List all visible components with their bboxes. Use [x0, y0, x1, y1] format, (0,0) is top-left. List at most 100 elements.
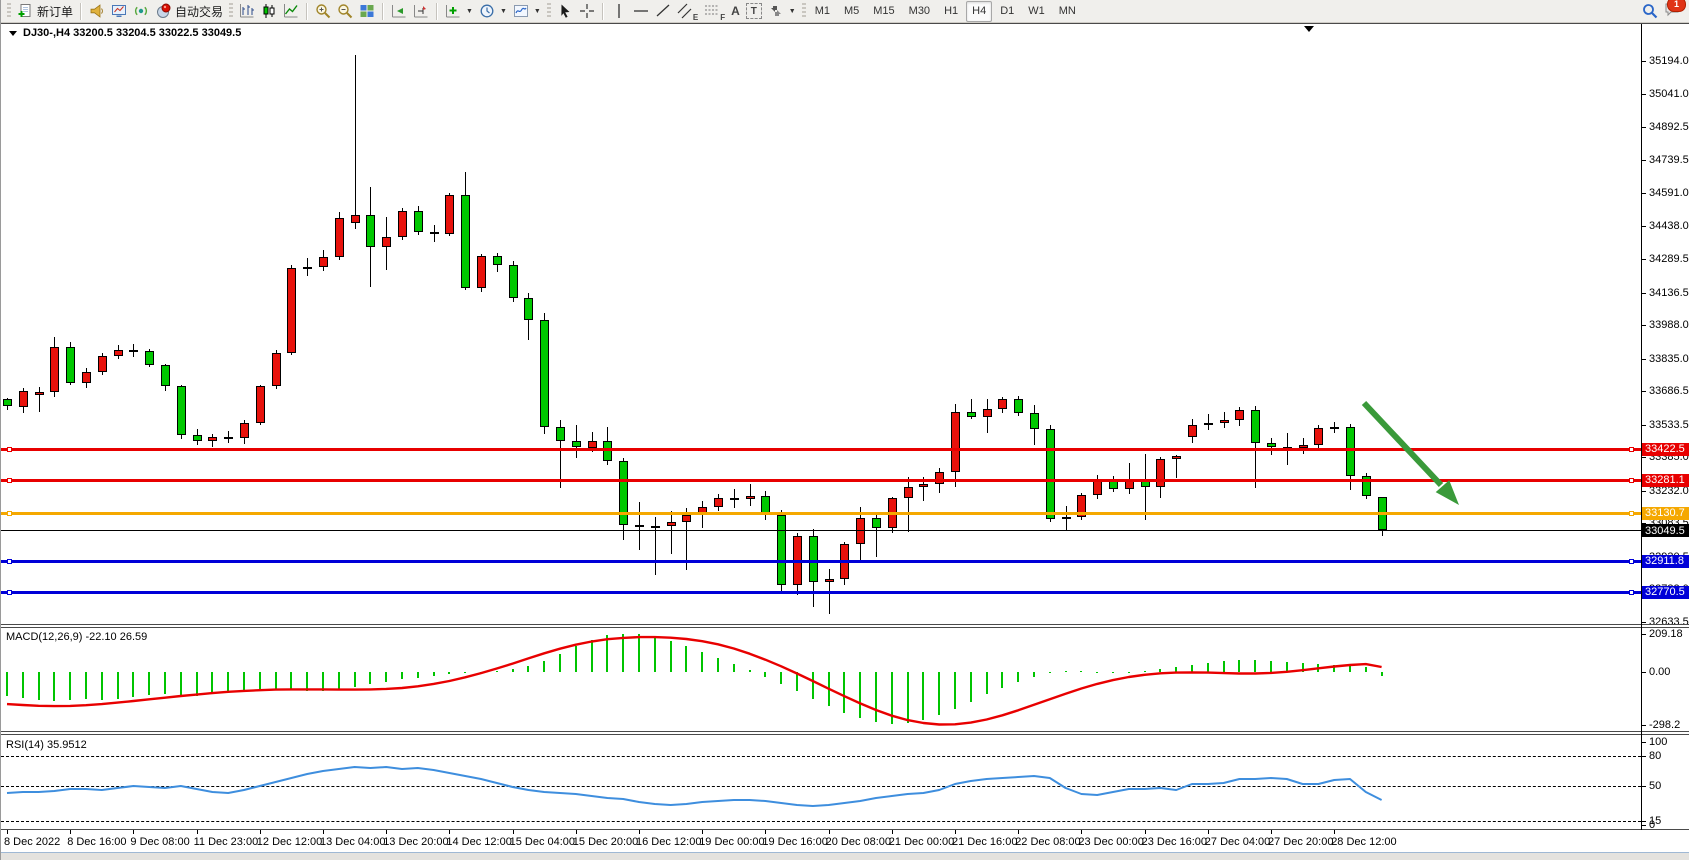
- toolbar-grip[interactable]: [802, 3, 806, 19]
- timeframe-button-m5[interactable]: M5: [838, 2, 865, 21]
- timeframe-button-h4[interactable]: H4: [966, 1, 992, 22]
- auto-scroll-button[interactable]: [388, 1, 410, 22]
- line-handle[interactable]: [7, 511, 12, 516]
- macd-histogram-bar: [907, 672, 909, 723]
- fibonacci-tool-button[interactable]: F: [701, 1, 728, 22]
- line-handle[interactable]: [1629, 511, 1634, 516]
- text-tool-button[interactable]: A: [728, 1, 743, 22]
- indicators-button[interactable]: ▼: [442, 1, 476, 22]
- toolbar-grip[interactable]: [229, 3, 233, 19]
- macd-histogram-bar: [1223, 661, 1225, 672]
- macd-histogram-bar: [733, 664, 735, 672]
- macd-rsi-splitter[interactable]: [1, 734, 1689, 735]
- timeframe-button-m15[interactable]: M15: [867, 2, 900, 21]
- macd-histogram-bar: [480, 672, 482, 673]
- fibo-letter: F: [720, 13, 725, 22]
- text-label-tool-button[interactable]: T: [743, 1, 765, 22]
- macd-histogram-bar: [243, 672, 245, 691]
- arrows-tool-button[interactable]: ▼: [765, 1, 799, 22]
- candle: [777, 515, 786, 585]
- horizontal-line-object[interactable]: [1, 512, 1641, 515]
- line-handle[interactable]: [7, 559, 12, 564]
- candle: [335, 218, 344, 257]
- price-line-label: 33422.5: [1642, 443, 1689, 456]
- timeframe-button-m1[interactable]: M1: [809, 2, 836, 21]
- macd-histogram-bar: [749, 670, 751, 672]
- main-macd-splitter[interactable]: [1, 624, 1689, 625]
- cursor-tool-button[interactable]: [554, 1, 576, 22]
- timeframe-button-m30[interactable]: M30: [903, 2, 936, 21]
- candlestick-mode-button[interactable]: [258, 1, 280, 22]
- tile-windows-button[interactable]: [356, 1, 378, 22]
- line-handle[interactable]: [7, 447, 12, 452]
- chart-window[interactable]: DJ30-,H4 33200.5 33204.5 33022.5 33049.5…: [1, 23, 1689, 850]
- channel-tool-button[interactable]: E: [674, 1, 701, 22]
- toolbar-grip[interactable]: [547, 3, 551, 19]
- macd-histogram-bar: [259, 672, 261, 690]
- bar-chart-icon: [239, 3, 255, 19]
- rsi-level-line: [1, 756, 1641, 757]
- candle: [1314, 428, 1323, 445]
- macd-histogram-bar: [1270, 661, 1272, 672]
- macd-histogram-bar: [1080, 671, 1082, 672]
- market-watch-button[interactable]: [108, 1, 130, 22]
- time-tick-label: 13 Dec 20:00: [383, 836, 448, 848]
- timeframe-button-h1[interactable]: H1: [938, 2, 964, 21]
- shift-marker-icon[interactable]: [1304, 26, 1314, 32]
- vertical-line-tool-button[interactable]: [608, 1, 630, 22]
- horizontal-line-object[interactable]: [1, 591, 1641, 594]
- horizontal-line-object[interactable]: [1, 479, 1641, 482]
- signals-button[interactable]: [130, 1, 152, 22]
- templates-button[interactable]: ▼: [510, 1, 544, 22]
- price-line-label: 32770.5: [1642, 586, 1689, 599]
- line-handle[interactable]: [1629, 447, 1634, 452]
- line-handle[interactable]: [1629, 478, 1634, 483]
- macd-histogram-bar: [986, 672, 988, 694]
- candle: [366, 215, 375, 247]
- bar-chart-mode-button[interactable]: [236, 1, 258, 22]
- time-tick-label: 15 Dec 04:00: [510, 836, 575, 848]
- candle-wick: [750, 484, 751, 506]
- new-order-button[interactable]: 新订单: [14, 1, 76, 22]
- zoom-in-button[interactable]: [312, 1, 334, 22]
- horizontal-line-tool-button[interactable]: [630, 1, 652, 22]
- timeframe-button-mn[interactable]: MN: [1053, 2, 1082, 21]
- horizontal-line-object[interactable]: [1, 560, 1641, 563]
- text-label-icon: T: [746, 3, 762, 19]
- crosshair-tool-button[interactable]: [576, 1, 598, 22]
- zoom-in-icon: [315, 3, 331, 19]
- monitor-icon: [111, 3, 127, 19]
- time-tick-label: 8 Dec 2022: [4, 836, 60, 848]
- chart-list-button[interactable]: [86, 1, 108, 22]
- arrows-shapes-icon: [768, 3, 784, 19]
- trendline-tool-button[interactable]: [652, 1, 674, 22]
- macd-histogram-bar: [369, 672, 371, 684]
- main-macd-splitter[interactable]: [1, 627, 1689, 628]
- line-handle[interactable]: [7, 478, 12, 483]
- macd-histogram-bar: [69, 672, 71, 700]
- annotation-arrow-head[interactable]: [1436, 480, 1459, 505]
- time-tick-label: 21 Dec 00:00: [889, 836, 954, 848]
- rsi-axis-splitter[interactable]: [1, 829, 1689, 830]
- macd-histogram-bar: [701, 652, 703, 672]
- macd-rsi-splitter[interactable]: [1, 731, 1689, 732]
- line-handle[interactable]: [1629, 559, 1634, 564]
- candle: [619, 461, 628, 524]
- notifications-button[interactable]: 1: [1664, 1, 1680, 22]
- timeframe-button-d1[interactable]: D1: [994, 2, 1020, 21]
- line-chart-mode-button[interactable]: [280, 1, 302, 22]
- chart-shift-button[interactable]: [410, 1, 432, 22]
- line-handle[interactable]: [7, 590, 12, 595]
- horizontal-line-object[interactable]: [1, 448, 1641, 451]
- macd-histogram-bar: [1365, 667, 1367, 672]
- periods-button[interactable]: ▼: [476, 1, 510, 22]
- symbol-dropdown-icon[interactable]: [9, 31, 17, 36]
- auto-trading-button[interactable]: 自动交易: [152, 1, 226, 22]
- zoom-out-button[interactable]: [334, 1, 356, 22]
- timeframe-button-w1[interactable]: W1: [1022, 2, 1051, 21]
- toolbar-grip[interactable]: [7, 3, 11, 19]
- line-handle[interactable]: [1629, 590, 1634, 595]
- search-icon[interactable]: [1642, 3, 1658, 19]
- vertical-line-icon: [611, 3, 627, 19]
- candle: [303, 267, 312, 269]
